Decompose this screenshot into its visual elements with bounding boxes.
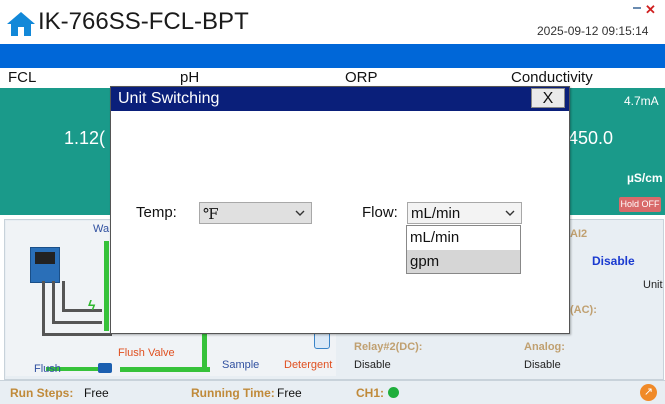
ai2-value: Disable — [592, 254, 635, 268]
nav-bar — [0, 44, 665, 68]
controller-device — [30, 247, 60, 283]
conductivity-value: 450.0 — [568, 128, 614, 148]
ch1-label: CH1: — [356, 386, 385, 400]
app-title: IK-766SS-FCL-BPT — [38, 8, 249, 35]
minimize-icon[interactable] — [633, 2, 641, 10]
temp-label: Temp: — [136, 204, 177, 221]
run-steps-label: Run Steps: — [10, 386, 74, 400]
home-icon[interactable] — [6, 11, 36, 37]
chart-icon[interactable]: ↗ — [640, 384, 657, 401]
flow-select-value: mL/min — [411, 205, 461, 222]
flush-valve-icon[interactable] — [98, 363, 112, 373]
dialog-close-button[interactable]: X — [531, 88, 565, 108]
unit-label: Unit — [643, 279, 663, 291]
fcl-value: 1.12( — [64, 128, 106, 148]
running-time-value: Free — [277, 386, 302, 400]
water-label: Wa — [93, 223, 110, 235]
channel-fcl-label: FCL — [8, 69, 37, 86]
flow-label: Flow: — [362, 204, 398, 221]
footer-bar: Run Steps: Free Running Time: Free CH1: … — [0, 380, 665, 404]
relay2-label: Relay#2(DC): — [354, 341, 423, 353]
flush-valve-label: Flush Valve — [118, 347, 175, 359]
analog-value: Disable — [524, 359, 561, 371]
channel-conductivity-label: Conductivity — [511, 69, 593, 86]
channel-ph-label: pH — [180, 69, 200, 86]
hold-status-badge[interactable]: Hold OFF — [619, 197, 661, 212]
conductivity-current: 4.7mA — [624, 94, 659, 108]
channel-orp-label: ORP — [345, 69, 378, 86]
flow-option-ml-min[interactable]: mL/min — [407, 226, 520, 249]
temp-select-value: ℉ — [203, 205, 219, 223]
flow-dropdown-list: mL/min gpm — [406, 225, 521, 274]
unit-switching-dialog: Unit Switching X Temp: ℉ Flow: mL/min — [110, 86, 570, 334]
dialog-title: Unit Switching — [118, 90, 220, 107]
analog-label: Analog: — [524, 341, 565, 353]
relay-ac-label: (AC): — [570, 304, 597, 316]
chevron-down-icon — [505, 210, 515, 216]
lightning-icon: ϟ — [88, 297, 96, 313]
ch1-status-dot — [388, 387, 399, 398]
detergent-label: Detergent — [284, 359, 333, 371]
timestamp: 2025-09-12 09:15:14 — [537, 24, 649, 38]
sample-label: Sample — [222, 359, 260, 371]
flow-option-gpm[interactable]: gpm — [407, 250, 520, 273]
flow-select[interactable]: mL/min — [407, 202, 522, 224]
running-time-label: Running Time: — [191, 386, 275, 400]
flush-label: Flush — [34, 363, 61, 375]
dialog-title-bar: Unit Switching X — [111, 87, 569, 111]
conductivity-unit: µS/cm — [627, 171, 663, 185]
ai2-label: AI2 — [570, 228, 588, 240]
temp-select[interactable]: ℉ — [199, 202, 312, 224]
relay2-value: Disable — [354, 359, 391, 371]
chevron-down-icon — [295, 210, 305, 216]
run-steps-value: Free — [84, 386, 109, 400]
window-close-icon[interactable]: ✕ — [645, 2, 656, 18]
